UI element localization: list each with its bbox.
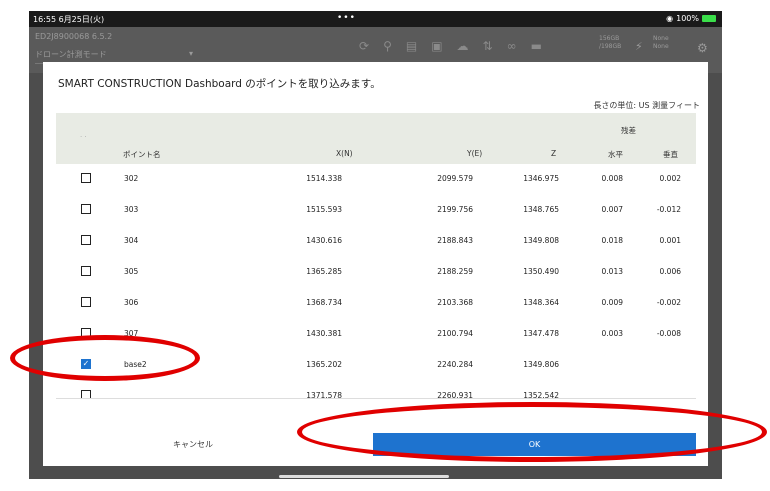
cell-z: 1347.478 [523,329,559,338]
connection-line2: None [653,43,669,50]
table-row[interactable]: 303 1515.593 2199.756 1348.765 0.007 -0.012 [56,195,696,227]
link-icon[interactable]: ∞ [507,39,517,53]
folder-icon[interactable]: ▬ [531,39,542,53]
file-icon[interactable]: ▤ [406,39,417,53]
cell-vertical: 0.001 [659,236,681,245]
cell-y: 2188.259 [437,267,473,276]
cell-y: 2199.756 [437,205,473,214]
cell-y: 2260.931 [437,391,473,399]
header-x[interactable]: X(N) [336,149,353,158]
cell-y: 2103.368 [437,298,473,307]
dialog-title: SMART CONSTRUCTION Dashboard のポイントを取り込みま… [58,78,381,90]
multitask-dots[interactable]: ••• [337,13,356,23]
cell-y: 2099.579 [437,174,473,183]
header-residual: 残差 [621,126,636,135]
cell-x: 1365.202 [306,360,342,369]
cell-x: 1514.338 [306,174,342,183]
cell-point-name: 303 [124,205,139,214]
cell-vertical: -0.012 [656,205,681,214]
table-row[interactable]: 306 1368.734 2103.368 1348.364 0.009 -0.002 [56,288,696,320]
header-vertical[interactable]: 垂直 [663,149,678,160]
cell-x: 1368.734 [306,298,342,307]
status-time: 16:55 6月25日(火) [33,15,105,24]
cell-z: 1350.490 [523,267,559,276]
cell-vertical: -0.002 [656,298,681,307]
header-y[interactable]: Y(E) [467,149,482,158]
import-icon[interactable]: ▣ [431,39,442,53]
row-checkbox[interactable] [81,235,91,245]
cell-z: 1349.808 [523,236,559,245]
home-indicator[interactable] [279,475,449,478]
cancel-button[interactable]: キャンセル [173,439,213,450]
cell-x: 1371.578 [306,391,342,399]
status-bar: 16:55 6月25日(火) ••• ◉ 100% [29,11,722,27]
pin-icon[interactable]: ⚲ [383,39,392,53]
cell-vertical: 0.002 [659,174,681,183]
cell-y: 2100.794 [437,329,473,338]
cell-vertical: 0.006 [659,267,681,276]
table-row[interactable]: 302 1514.338 2099.579 1346.975 0.008 0.002 [56,164,696,196]
table-header: · · 残差 ポイント名 X(N) Y(E) Z 水平 垂直 [56,113,696,164]
cell-horizontal: 0.013 [601,267,623,276]
cell-point-name: 306 [124,298,139,307]
signal-icon[interactable]: ⇅ [483,39,493,53]
toolbar-icons: ⟳ ⚲ ▤ ▣ ☁ ⇅ ∞ ▬ [359,39,542,53]
storage-used: 156GB [599,35,620,42]
storage-total: /198GB [599,43,622,50]
storage-info: 156GB /198GB [599,35,621,51]
row-checkbox[interactable] [81,173,91,183]
row-checkbox[interactable] [81,266,91,276]
table-row[interactable]: 1371.578 2260.931 1352.542 [56,381,696,399]
row-checkbox[interactable] [81,297,91,307]
cell-horizontal: 0.008 [601,174,623,183]
header-point-name[interactable]: ポイント名 [123,149,161,160]
unit-label: 長さの単位: US 測量フィート [593,101,700,110]
cell-horizontal: 0.009 [601,298,623,307]
header-z[interactable]: Z [551,149,556,158]
refresh-icon[interactable]: ⟳ [359,39,369,53]
table-row[interactable]: 304 1430.616 2188.843 1349.808 0.018 0.001 [56,226,696,258]
battery-percent: 100% [676,14,699,23]
header-horizontal[interactable]: 水平 [608,149,623,160]
row-checkbox[interactable] [81,204,91,214]
cell-z: 1348.364 [523,298,559,307]
cell-point-name: 305 [124,267,139,276]
cell-x: 1430.381 [306,329,342,338]
cell-vertical: -0.008 [656,329,681,338]
annotation-ellipse-base2 [10,335,200,381]
chevron-down-icon: ▾ [188,49,193,58]
cell-horizontal: 0.003 [601,329,623,338]
cell-z: 1349.806 [523,360,559,369]
wifi-icon: ◉ [666,14,674,23]
battery-icon [702,15,716,22]
cell-z: 1352.542 [523,391,559,399]
cell-y: 2188.843 [437,236,473,245]
mode-select-value: ドローン計測モード [35,50,107,59]
cell-horizontal: 0.007 [601,205,623,214]
connection-info: None None [653,35,669,51]
cell-y: 2240.284 [437,360,473,369]
cell-point-name: 304 [124,236,139,245]
connection-line1: None [653,35,669,42]
gear-icon[interactable]: ⚙ [697,41,708,55]
cell-z: 1346.975 [523,174,559,183]
annotation-ellipse-ok [297,402,767,462]
cell-x: 1365.285 [306,267,342,276]
status-right: ◉ 100% [666,14,716,23]
cell-horizontal: 0.018 [601,236,623,245]
cell-x: 1515.593 [306,205,342,214]
table-row[interactable]: 305 1365.285 2188.259 1350.490 0.013 0.006 [56,257,696,289]
cell-point-name: 302 [124,174,139,183]
row-checkbox[interactable] [81,390,91,398]
device-id: ED2J8900068 6.5.2 [35,32,113,41]
cell-z: 1348.765 [523,205,559,214]
power-icon: ⚡ [635,40,643,53]
cell-x: 1430.616 [306,236,342,245]
cloud-icon[interactable]: ☁ [457,39,469,53]
header-select-all[interactable]: · · [80,133,87,141]
